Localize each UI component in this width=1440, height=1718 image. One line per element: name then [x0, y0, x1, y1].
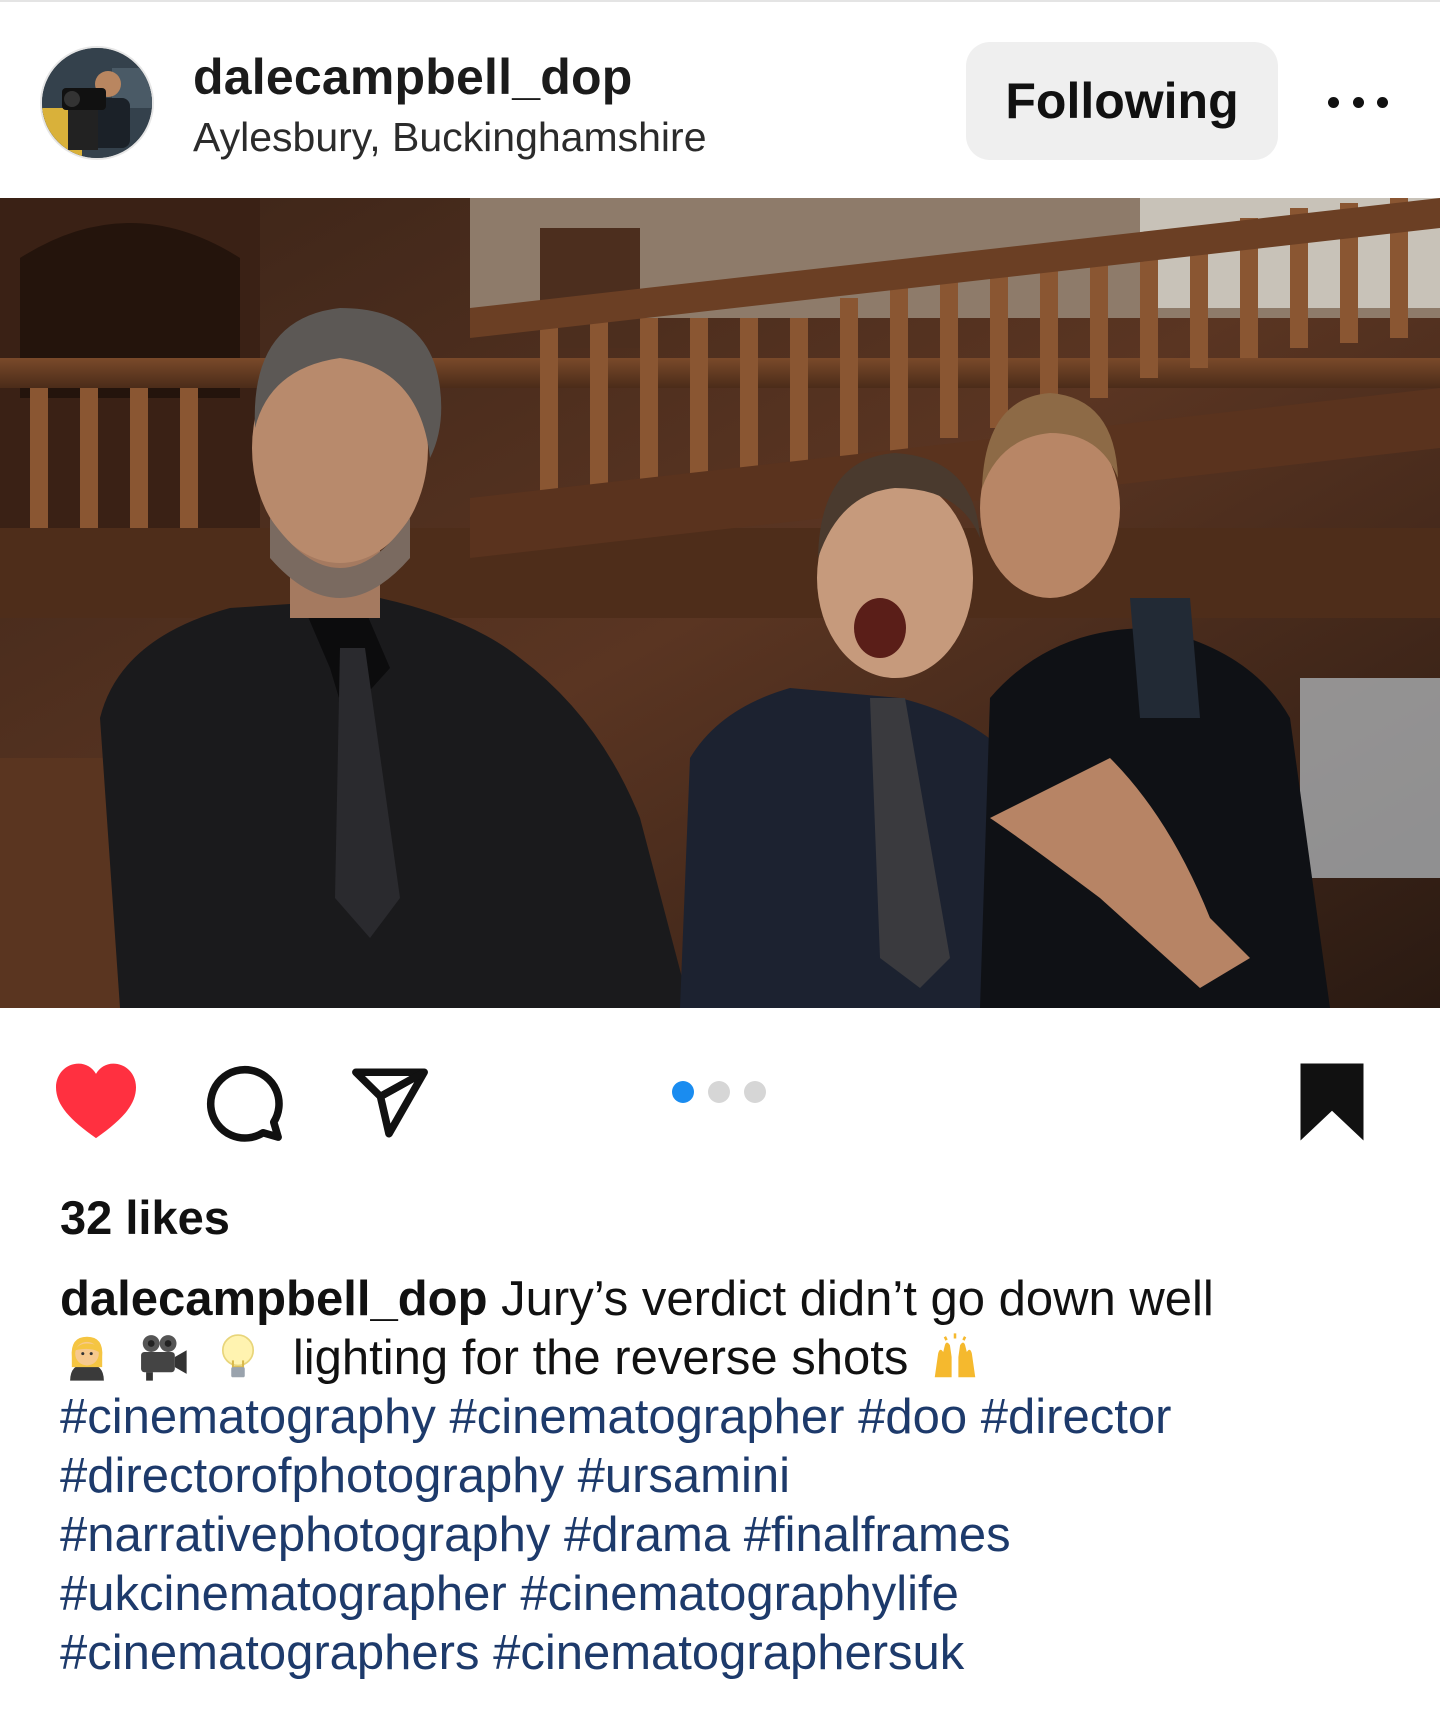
raising-hands-emoji-icon [934, 1333, 976, 1378]
post-photo[interactable] [0, 198, 1440, 1008]
hashtag-link[interactable]: #directorofphotography [60, 1449, 564, 1503]
caption-text-1: Jury’s verdict didn’t go down well [501, 1272, 1214, 1326]
movie-camera-emoji-icon [140, 1335, 187, 1381]
following-button[interactable]: Following [966, 42, 1278, 160]
hashtag-line-2: #directorofphotography #ursamini [60, 1447, 1400, 1506]
comment-icon[interactable] [203, 1062, 285, 1144]
location[interactable]: Aylesbury, Buckinghamshire [193, 114, 707, 161]
caption: dalecampbell_dop Jury’s verdict didn’t g… [60, 1270, 1400, 1683]
caption-line-1: dalecampbell_dop Jury’s verdict didn’t g… [60, 1270, 1400, 1329]
hashtag-link[interactable]: #director [981, 1390, 1172, 1444]
hashtag-line-4: #ukcinematographer #cinematographylife [60, 1565, 1400, 1624]
carousel-indicator [672, 1081, 766, 1103]
carousel-dot [744, 1081, 766, 1103]
courtroom-scene-image [0, 198, 1440, 1008]
hashtag-link[interactable]: #cinematographers [60, 1626, 479, 1680]
hashtag-link[interactable]: #cinematographylife [520, 1567, 959, 1621]
carousel-dot [708, 1081, 730, 1103]
caption-text-2: lighting for the reverse shots [292, 1331, 909, 1385]
likes-count[interactable]: 32 likes [60, 1190, 230, 1245]
more-dot [1328, 96, 1339, 108]
more-dot [1377, 96, 1388, 108]
hashtag-line-3: #narrativephotography #drama #finalframe… [60, 1506, 1400, 1565]
post-header: dalecampbell_dop Aylesbury, Buckinghamsh… [0, 2, 1440, 198]
hashtag-line-1: #cinematography #cinematographer #doo #d… [60, 1388, 1400, 1447]
avatar[interactable] [40, 46, 154, 160]
carousel-dot-active [672, 1081, 694, 1103]
hashtag-link[interactable]: #doo [858, 1390, 967, 1444]
more-dot [1352, 96, 1364, 108]
hashtag-link[interactable]: #drama [564, 1508, 730, 1562]
hashtag-link[interactable]: #ukcinematographer [60, 1567, 507, 1621]
more-horizontal-icon[interactable] [1322, 72, 1394, 132]
light-bulb-emoji-icon [222, 1334, 255, 1378]
bookmark-icon[interactable] [1296, 1060, 1368, 1144]
caption-username[interactable]: dalecampbell_dop [60, 1272, 488, 1326]
hashtag-link[interactable]: #cinematography [60, 1390, 436, 1444]
username[interactable]: dalecampbell_dop [193, 48, 632, 106]
heart-icon[interactable] [52, 1060, 140, 1140]
share-icon[interactable] [349, 1062, 431, 1144]
avatar-image [42, 48, 152, 158]
caption-line-2: lighting for the reverse shots [60, 1329, 1400, 1388]
hashtag-link[interactable]: #cinematographer [450, 1390, 845, 1444]
woman-emoji-icon [70, 1336, 104, 1381]
hashtag-link[interactable]: #cinematographersuk [493, 1626, 964, 1680]
hashtag-line-5: #cinematographers #cinematographersuk [60, 1624, 1400, 1683]
hashtag-link[interactable]: #finalframes [744, 1508, 1011, 1562]
hashtag-link[interactable]: #ursamini [578, 1449, 790, 1503]
hashtag-link[interactable]: #narrativephotography [60, 1508, 550, 1562]
